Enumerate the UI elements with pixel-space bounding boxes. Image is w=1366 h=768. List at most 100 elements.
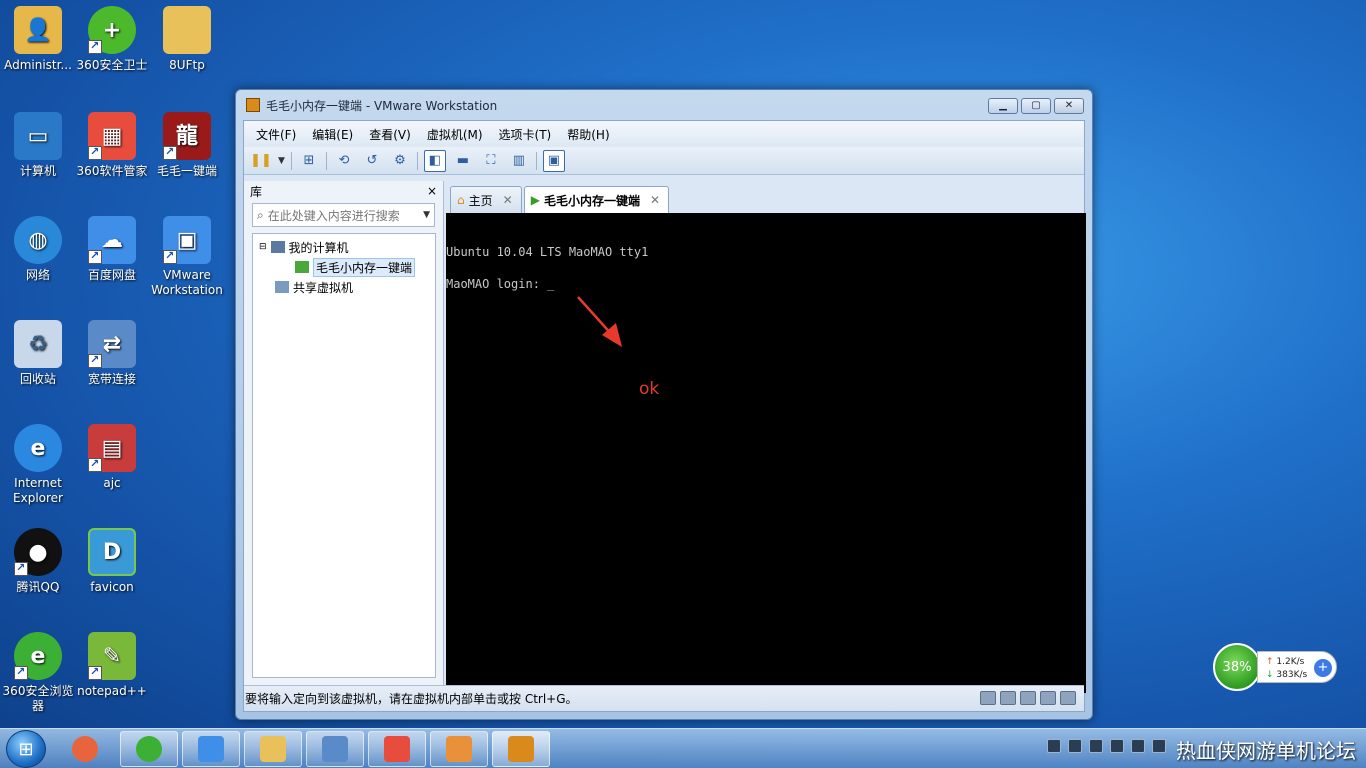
memory-usage-circle[interactable]: 38% (1213, 643, 1261, 691)
desktop-icon-maomao[interactable]: 龍 毛毛一键端 (149, 112, 225, 179)
display-icon[interactable] (1040, 691, 1056, 705)
tray-icon[interactable] (1047, 739, 1061, 753)
desktop-icon-label: Internet Explorer (13, 476, 63, 505)
cd-drive-icon[interactable] (1000, 691, 1016, 705)
plus-icon[interactable]: + (1314, 659, 1332, 677)
pause-icon[interactable]: ❚❚ (250, 150, 272, 172)
tab-vm[interactable]: ▶ 毛毛小内存一键端 ✕ (523, 186, 670, 213)
collapse-icon[interactable]: ⊟ (259, 242, 267, 252)
upload-speed: 1.2K/s (1276, 657, 1305, 667)
download-arrow-icon: ↓ (1266, 670, 1274, 680)
revert-snapshot-icon[interactable]: ↺ (361, 150, 383, 172)
snapshot-manager-icon[interactable]: ⚙ (389, 150, 411, 172)
message-log-icon[interactable] (1060, 691, 1076, 705)
taskbar-app-360software[interactable] (56, 731, 114, 767)
user-folder-icon: 👤 (14, 6, 62, 54)
tray-icon[interactable] (1089, 739, 1103, 753)
toolbar-separator (325, 151, 327, 170)
hard-disk-icon[interactable] (980, 691, 996, 705)
window-title: 毛毛小内存一键端 - VMware Workstation (266, 98, 498, 113)
tab-close-icon[interactable]: ✕ (650, 193, 660, 207)
desktop-icon-label: ajc (103, 476, 121, 490)
home-icon: ⌂ (457, 193, 465, 207)
desktop-icon-label: notepad++ (77, 684, 147, 698)
taskbar-app-360software-2[interactable] (368, 731, 426, 767)
taskbar-app-baidu[interactable] (182, 731, 240, 767)
taskbar-app-explorer[interactable] (244, 731, 302, 767)
desktop-icon-360browser[interactable]: e 360安全浏览器 (0, 632, 76, 714)
tray-icon[interactable] (1068, 739, 1082, 753)
taskbar-app-media[interactable] (430, 731, 488, 767)
library-search-input[interactable]: ⌕ 在此处键入内容进行搜索 ▼ (252, 203, 435, 227)
desktop-icon-recycle-bin[interactable]: ♻ 回收站 (0, 320, 76, 387)
recycle-bin-icon: ♻ (14, 320, 62, 368)
desktop-icon-ie[interactable]: e Internet Explorer (0, 424, 76, 506)
desktop-icon-label: 腾讯QQ (16, 580, 60, 594)
tree-item-shared[interactable]: 共享虚拟机 (253, 277, 435, 297)
tray-icon[interactable] (1152, 739, 1166, 753)
thumbnail-bar-icon[interactable]: ▬ (452, 150, 474, 172)
taskbar-app-control-panel[interactable] (306, 731, 364, 767)
menu-edit[interactable]: 编辑(E) (304, 126, 361, 143)
menu-vm[interactable]: 虚拟机(M) (419, 126, 491, 143)
chevron-down-icon[interactable]: ▼ (423, 210, 430, 220)
desktop-icon-computer[interactable]: ▭ 计算机 (0, 112, 76, 179)
vmware-window: 毛毛小内存一键端 - VMware Workstation ▁ ▢ ✕ 文件(F… (235, 89, 1093, 720)
desktop-icon-8uftp[interactable]: 8UFtp (149, 6, 225, 73)
tray-icon[interactable] (1110, 739, 1124, 753)
network-speed-widget[interactable]: 38% ↑ 1.2K/s ↓ 383K/s + (1213, 643, 1339, 691)
qq-icon: ● (14, 528, 62, 576)
network-icon: ◍ (14, 216, 62, 264)
menu-tabs[interactable]: 选项卡(T) (491, 126, 560, 143)
library-close-icon[interactable]: × (427, 184, 437, 198)
desktop-icon-broadband[interactable]: ⇄ 宽带连接 (74, 320, 150, 387)
desktop-icon-label: 360安全浏览器 (2, 684, 74, 713)
tray-icon[interactable] (1131, 739, 1145, 753)
status-text: 要将输入定向到该虚拟机，请在虚拟机内部单击或按 Ctrl+G。 (245, 692, 578, 706)
window-controls: ▁ ▢ ✕ (988, 98, 1084, 114)
send-ctrl-alt-del-icon[interactable]: ⊞ (298, 150, 320, 172)
desktop-icon-baidu[interactable]: ☁ 百度网盘 (74, 216, 150, 283)
notepad-plus-icon: ✎ (88, 632, 136, 680)
menu-help[interactable]: 帮助(H) (559, 126, 617, 143)
start-button[interactable]: ⊞ (6, 730, 46, 768)
close-button[interactable]: ✕ (1054, 98, 1084, 114)
console-view-icon[interactable]: ▣ (542, 149, 565, 172)
network-adapter-icon[interactable] (1020, 691, 1036, 705)
toolbar-separator (535, 151, 537, 170)
desktop-icon-favicon[interactable]: D favicon (74, 528, 150, 595)
menu-view[interactable]: 查看(V) (361, 126, 419, 143)
desktop-icon-vmware[interactable]: ▣ VMware Workstation (149, 216, 225, 298)
minimize-button[interactable]: ▁ (988, 98, 1018, 114)
fullscreen-icon[interactable]: ⛶ (480, 150, 502, 172)
taskbar-app-vmware[interactable] (492, 731, 550, 767)
maximize-button[interactable]: ▢ (1021, 98, 1051, 114)
taskbar-app-360browser[interactable] (120, 731, 178, 767)
desktop-icon-notepadpp[interactable]: ✎ notepad++ (74, 632, 150, 699)
show-library-icon[interactable]: ◧ (423, 149, 446, 172)
vm-console[interactable]: Ubuntu 10.04 LTS MaoMAO tty1 MaoMAO logi… (446, 213, 1086, 693)
tree-item-my-computer[interactable]: ⊟ 我的计算机 (253, 237, 435, 257)
library-header: 库 × (244, 181, 443, 201)
360-browser-icon: e (14, 632, 62, 680)
chevron-down-icon[interactable]: ▼ (278, 156, 285, 166)
unity-icon[interactable]: ▥ (508, 150, 530, 172)
vm-running-icon (295, 261, 309, 273)
titlebar[interactable]: 毛毛小内存一键端 - VMware Workstation ▁ ▢ ✕ (236, 90, 1092, 120)
ie-icon: e (14, 424, 62, 472)
desktop-icon-360safe[interactable]: + 360安全卫士 (74, 6, 150, 73)
desktop-icon-label: 网络 (25, 268, 50, 282)
menu-file[interactable]: 文件(F) (248, 126, 304, 143)
360-browser-icon (136, 736, 162, 762)
archive-icon: ▤ (88, 424, 136, 472)
desktop-icon-qq[interactable]: ● 腾讯QQ (0, 528, 76, 595)
desktop-icon-ajc[interactable]: ▤ ajc (74, 424, 150, 491)
console-line-os: Ubuntu 10.04 LTS MaoMAO tty1 (446, 245, 649, 259)
desktop-icon-administrator[interactable]: 👤 Administr... (0, 6, 76, 73)
desktop-icon-360software[interactable]: ▦ 360软件管家 (74, 112, 150, 179)
desktop-icon-network[interactable]: ◍ 网络 (0, 216, 76, 283)
snapshot-icon[interactable]: ⟲ (333, 150, 355, 172)
tree-item-vm[interactable]: 毛毛小内存一键端 (253, 257, 435, 277)
tab-home[interactable]: ⌂ 主页 ✕ (450, 186, 522, 213)
tab-close-icon[interactable]: ✕ (503, 193, 513, 207)
